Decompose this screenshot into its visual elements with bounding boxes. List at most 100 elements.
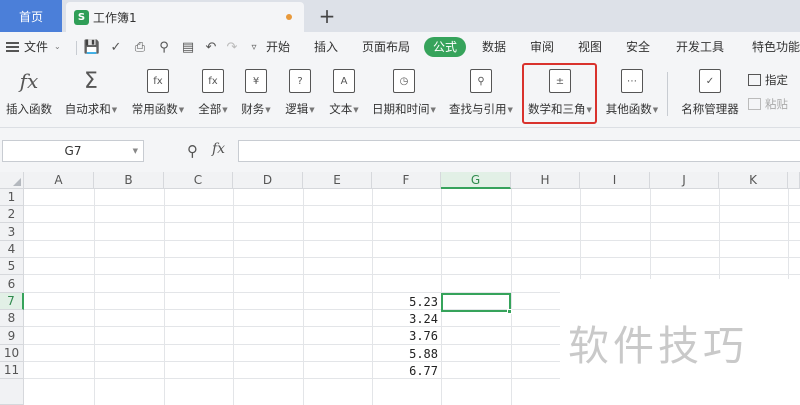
tab-view[interactable]: 视图	[578, 32, 602, 62]
specify-name-label: 指定	[765, 73, 788, 87]
tab-data[interactable]: 数据	[482, 32, 506, 62]
fx-icon: fx	[19, 69, 39, 93]
column-header-i[interactable]: I	[580, 172, 650, 189]
column-header-d[interactable]: D	[233, 172, 303, 189]
formula-input[interactable]	[238, 140, 800, 162]
document-tab[interactable]: S 工作簿1	[66, 2, 304, 32]
save-icon[interactable]: 💾	[84, 39, 100, 55]
name-manager-icon: ✓	[699, 69, 721, 93]
paste-name-label: 粘贴	[765, 97, 788, 111]
column-header-k[interactable]: K	[719, 172, 788, 189]
fx-icon[interactable]: fx	[212, 141, 225, 157]
column-header-f[interactable]: F	[372, 172, 441, 189]
highlight-annotation-box	[522, 63, 597, 124]
formula-ribbon: fx 插入函数 Σ 自动求和▼ fx 常用函数▼ fx 全部▼ ¥ 财务▼ ? …	[0, 62, 800, 128]
row-header-1[interactable]: 1	[0, 189, 24, 206]
specify-name-button[interactable]: 指定	[748, 72, 788, 88]
chevron-down-icon: ⌄	[54, 42, 61, 51]
cell-f8[interactable]: 3.24	[370, 312, 438, 326]
insert-function-label: 插入函数	[6, 102, 52, 116]
all-functions-button[interactable]: fx 全部▼	[195, 66, 231, 122]
tab-security[interactable]: 安全	[626, 32, 650, 62]
dropdown-arrow-icon: ▼	[111, 105, 118, 114]
customize-toolbar-icon[interactable]: ▿	[246, 39, 262, 55]
fill-handle[interactable]	[507, 309, 512, 314]
dropdown-arrow-icon: ▼	[265, 105, 271, 114]
row-header-5[interactable]: 5	[0, 258, 24, 275]
row-header-6[interactable]: 6	[0, 275, 24, 293]
tab-developer[interactable]: 开发工具	[676, 32, 724, 62]
cell-f10[interactable]: 5.88	[370, 347, 438, 361]
paste-icon	[748, 98, 761, 110]
home-tab[interactable]: 首页	[0, 0, 62, 32]
row-header-partial[interactable]	[0, 379, 24, 405]
gridline	[24, 222, 800, 223]
autosum-button[interactable]: Σ 自动求和▼	[62, 66, 120, 122]
column-header-a[interactable]: A	[24, 172, 94, 189]
financial-label: 财务	[241, 102, 265, 116]
zoom-magnifier-icon[interactable]: ⚲	[187, 142, 198, 160]
column-header-g[interactable]: G	[441, 172, 511, 189]
cell-f9[interactable]: 3.76	[370, 329, 438, 343]
cell-f7[interactable]: 5.23	[370, 295, 438, 309]
other-functions-button[interactable]: ⋯ 其他函数▼	[603, 66, 661, 122]
tab-insert[interactable]: 插入	[314, 32, 338, 62]
print-icon[interactable]: ⎙	[132, 39, 148, 55]
dropdown-arrow-icon: ▼	[430, 105, 436, 114]
column-header-partial[interactable]	[788, 172, 800, 189]
yen-book-icon: ¥	[245, 69, 267, 93]
gridline	[24, 274, 800, 275]
row-header-9[interactable]: 9	[0, 327, 24, 345]
row-header-7[interactable]: 7	[0, 293, 24, 310]
lookup-reference-label: 查找与引用	[449, 102, 507, 116]
other-functions-label: 其他函数	[605, 102, 652, 116]
redo-icon[interactable]: ↷	[224, 39, 240, 55]
date-time-label: 日期和时间	[372, 102, 430, 116]
format-painter-icon[interactable]: ✓	[108, 39, 124, 55]
watermark-text: 软件技巧	[568, 322, 748, 370]
name-box-value: G7	[64, 144, 82, 158]
select-all-corner[interactable]	[0, 172, 24, 189]
column-header-c[interactable]: C	[164, 172, 233, 189]
insert-function-button[interactable]: fx 插入函数	[4, 66, 54, 122]
undo-icon[interactable]: ↶	[203, 39, 219, 55]
tab-formulas[interactable]: 公式	[424, 37, 467, 57]
tab-special-features[interactable]: 特色功能	[752, 32, 800, 62]
row-header-2[interactable]: 2	[0, 206, 24, 223]
row-header-11[interactable]: 11	[0, 362, 24, 379]
active-cell-g7[interactable]	[441, 293, 511, 312]
common-functions-icon: fx	[147, 69, 169, 93]
autosum-label: 自动求和	[64, 102, 111, 116]
tab-review[interactable]: 审阅	[530, 32, 554, 62]
cell-f11[interactable]: 6.77	[370, 364, 438, 378]
spreadsheet-icon: S	[74, 9, 89, 25]
logical-button[interactable]: ? 逻辑▼	[282, 66, 318, 122]
text-button[interactable]: A 文本▼	[326, 66, 362, 122]
print-preview-icon[interactable]: ⚲	[156, 39, 172, 55]
name-manager-button[interactable]: ✓ 名称管理器	[678, 66, 742, 122]
financial-button[interactable]: ¥ 财务▼	[238, 66, 274, 122]
lookup-reference-button[interactable]: ⚲ 查找与引用▼	[446, 66, 516, 122]
new-tab-button[interactable]: +	[316, 4, 338, 28]
row-header-10[interactable]: 10	[0, 345, 24, 362]
tab-page-layout[interactable]: 页面布局	[362, 32, 410, 62]
paste-name-button[interactable]: 粘贴	[748, 96, 788, 112]
date-time-button[interactable]: ◷ 日期和时间▼	[370, 66, 438, 122]
name-box[interactable]: G7 ▼	[2, 140, 144, 162]
column-header-h[interactable]: H	[511, 172, 580, 189]
chevron-down-icon[interactable]: ▼	[133, 147, 138, 155]
magnifier-book-icon: ⚲	[470, 69, 492, 93]
column-header-b[interactable]: B	[94, 172, 164, 189]
export-pdf-icon[interactable]: ▤	[180, 39, 196, 55]
tab-home[interactable]: 开始	[266, 32, 290, 62]
dropdown-arrow-icon: ▼	[309, 105, 315, 114]
common-functions-button[interactable]: fx 常用函数▼	[128, 66, 188, 122]
row-header-8[interactable]: 8	[0, 310, 24, 327]
file-menu[interactable]: 文件 ⌄	[6, 32, 61, 62]
row-header-3[interactable]: 3	[0, 223, 24, 241]
column-header-j[interactable]: J	[650, 172, 719, 189]
row-header-4[interactable]: 4	[0, 241, 24, 258]
unsaved-dot-icon	[286, 14, 292, 20]
dropdown-arrow-icon: ▼	[353, 105, 359, 114]
column-header-e[interactable]: E	[303, 172, 372, 189]
